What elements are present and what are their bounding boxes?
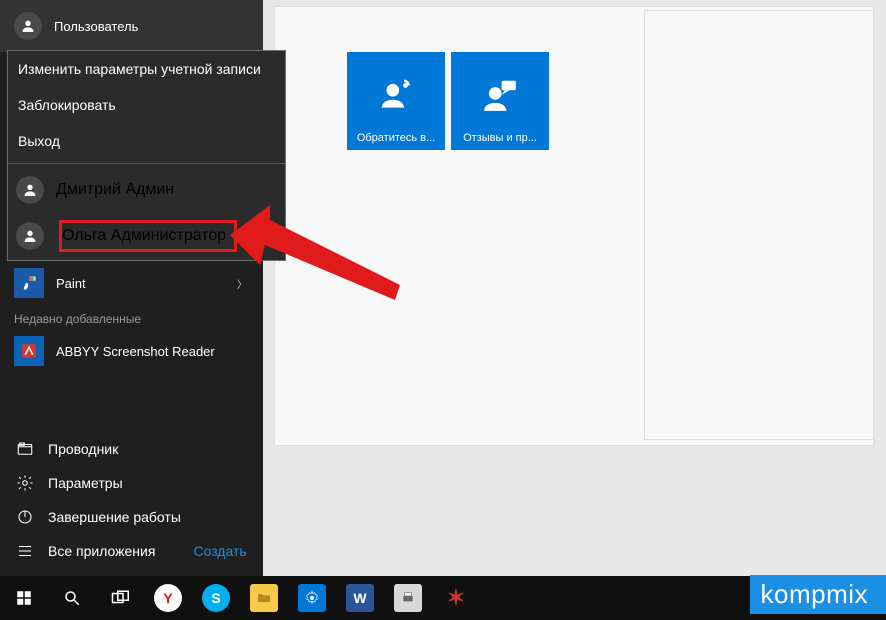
taskbar-word[interactable]: W — [336, 576, 384, 620]
allapps-icon — [16, 542, 34, 560]
fax-icon — [394, 584, 422, 612]
skype-icon: S — [202, 584, 230, 612]
tile-label: Отзывы и пр... — [463, 132, 537, 144]
help-icon — [377, 58, 415, 132]
chevron-right-icon: 〉 — [237, 276, 247, 291]
taskview-button[interactable] — [96, 576, 144, 620]
separator — [8, 163, 285, 164]
tiles-area: Обратитесь в... Отзывы и пр... — [263, 0, 613, 576]
create-link[interactable]: Создать — [193, 543, 246, 559]
taskbar-yandex[interactable]: Y — [144, 576, 192, 620]
tile-help[interactable]: Обратитесь в... — [347, 52, 445, 150]
explorer-button[interactable]: Проводник — [0, 432, 263, 466]
feedback-icon — [481, 58, 519, 132]
settings-button[interactable]: Параметры — [0, 466, 263, 500]
app-item-abbyy[interactable]: ABBYY Screenshot Reader — [0, 330, 263, 372]
watermark: kompmix — [750, 575, 886, 614]
user-name: Ольга Администратор — [62, 227, 226, 244]
switch-user-olga[interactable]: Ольга Администратор — [8, 212, 285, 260]
settings-label: Параметры — [48, 475, 123, 491]
bottom-pinned: Проводник Параметры Завершение работы Вс… — [0, 432, 263, 576]
abbyy-icon — [14, 336, 44, 366]
taskbar-skype[interactable]: S — [192, 576, 240, 620]
taskbar-explorer[interactable] — [240, 576, 288, 620]
puzzle-icon: ✶ — [442, 584, 470, 612]
yandex-icon: Y — [154, 584, 182, 612]
highlighted-user: Ольга Администратор — [59, 220, 237, 252]
signout-button[interactable]: Выход — [8, 123, 285, 159]
allapps-button[interactable]: Все приложения Создать — [0, 534, 263, 568]
switch-user-dmitry[interactable]: Дмитрий Админ — [8, 168, 285, 212]
user-avatar-icon — [16, 176, 44, 204]
allapps-label: Все приложения — [48, 543, 155, 559]
taskbar-settings[interactable] — [288, 576, 336, 620]
change-account-settings[interactable]: Изменить параметры учетной записи — [8, 51, 285, 87]
paint-icon — [14, 268, 44, 298]
app-label: ABBYY Screenshot Reader — [56, 344, 215, 359]
current-user-row[interactable]: Пользователь — [0, 0, 263, 52]
start-button[interactable] — [0, 576, 48, 620]
gear-icon — [298, 584, 326, 612]
explorer-label: Проводник — [48, 441, 118, 457]
tile-label: Обратитесь в... — [357, 132, 435, 144]
lock-button[interactable]: Заблокировать — [8, 87, 285, 123]
gear-icon — [16, 474, 34, 492]
user-avatar-icon — [16, 222, 44, 250]
account-context-menu: Изменить параметры учетной записи Заблок… — [7, 50, 286, 261]
word-icon: W — [346, 584, 374, 612]
tile-feedback[interactable]: Отзывы и пр... — [451, 52, 549, 150]
current-user-label: Пользователь — [54, 19, 138, 34]
folder-icon — [250, 584, 278, 612]
explorer-icon — [16, 440, 34, 458]
app-label: Paint — [56, 276, 86, 291]
power-button[interactable]: Завершение работы — [0, 500, 263, 534]
power-label: Завершение работы — [48, 509, 181, 525]
user-name: Дмитрий Админ — [56, 181, 174, 199]
taskbar-printer[interactable] — [384, 576, 432, 620]
app-item-paint[interactable]: Paint 〉 — [0, 262, 263, 304]
taskbar-app-red[interactable]: ✶ — [432, 576, 480, 620]
user-avatar-icon — [14, 12, 42, 40]
bg-sidebar — [644, 10, 874, 440]
power-icon — [16, 508, 34, 526]
section-recent: Недавно добавленные — [0, 304, 263, 330]
search-button[interactable] — [48, 576, 96, 620]
